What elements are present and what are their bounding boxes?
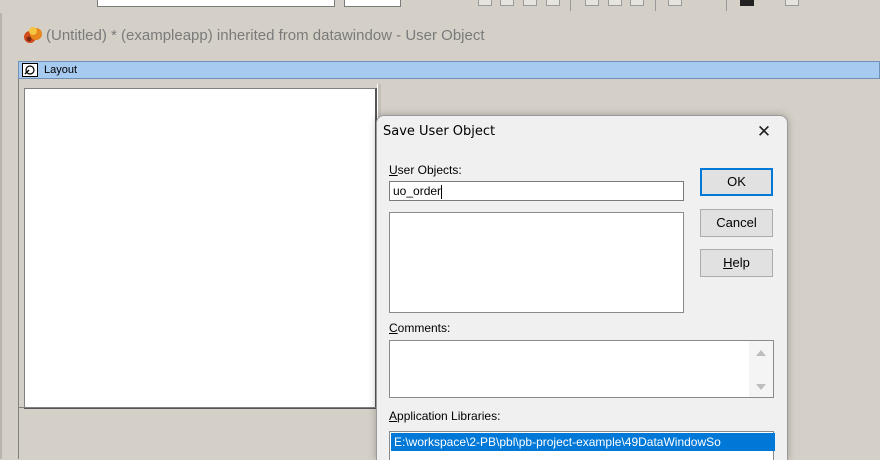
top-toolbar <box>0 0 880 14</box>
toolbar-button[interactable] <box>546 0 560 6</box>
object-name-input[interactable]: uo_order <box>389 181 684 201</box>
application-libraries-list[interactable]: E:\workspace\2-PB\pbl\pb-project-example… <box>389 431 775 460</box>
toolbar-button[interactable] <box>668 0 682 6</box>
scroll-down-icon[interactable] <box>756 384 766 390</box>
font-size-combo[interactable] <box>344 0 401 7</box>
help-button[interactable]: Help <box>700 249 773 277</box>
toolbar-separator <box>726 0 727 11</box>
layout-pane-title: Layout <box>44 64 78 76</box>
close-icon: ✕ <box>756 122 772 142</box>
ok-button[interactable]: OK <box>700 168 773 196</box>
save-user-object-dialog: Save User Object ✕ User Objects: uo_orde… <box>376 115 788 460</box>
toolbar-button[interactable] <box>630 0 644 6</box>
pane-divider <box>18 407 377 408</box>
datawindow-canvas[interactable] <box>24 88 377 409</box>
powerbuilder-app-icon <box>24 27 42 43</box>
dialog-title: Save User Object <box>383 124 496 139</box>
layout-pane-icon <box>22 63 38 77</box>
toolbar-button[interactable] <box>608 0 622 6</box>
user-objects-label: User Objects: <box>389 163 462 177</box>
cancel-button[interactable]: Cancel <box>700 209 773 237</box>
toolbar-button[interactable] <box>785 0 799 6</box>
toolbar-separator <box>570 0 571 11</box>
font-name-combo[interactable] <box>97 0 335 7</box>
toolbar-button[interactable] <box>585 0 599 6</box>
comments-label: Comments: <box>389 321 451 335</box>
painter-title: (Untitled) * (exampleapp) inherited from… <box>46 27 485 44</box>
layout-pane-header: Layout <box>18 61 880 79</box>
user-objects-list[interactable] <box>389 212 684 313</box>
toolbar-button[interactable] <box>523 0 537 6</box>
toolbar-separator <box>655 0 656 11</box>
library-item-selected[interactable]: E:\workspace\2-PB\pbl\pb-project-example… <box>391 433 775 451</box>
toolbar-button[interactable] <box>500 0 514 6</box>
toolbar-button[interactable] <box>478 0 492 6</box>
scroll-up-icon[interactable] <box>756 350 766 356</box>
comments-textarea[interactable] <box>389 340 774 398</box>
painter-title-bar: (Untitled) * (exampleapp) inherited from… <box>8 20 880 50</box>
application-libraries-label: Application Libraries: <box>389 409 501 423</box>
close-button[interactable]: ✕ <box>749 120 779 144</box>
comments-scrollbar[interactable] <box>749 341 773 397</box>
toolbar-button[interactable] <box>740 0 754 6</box>
